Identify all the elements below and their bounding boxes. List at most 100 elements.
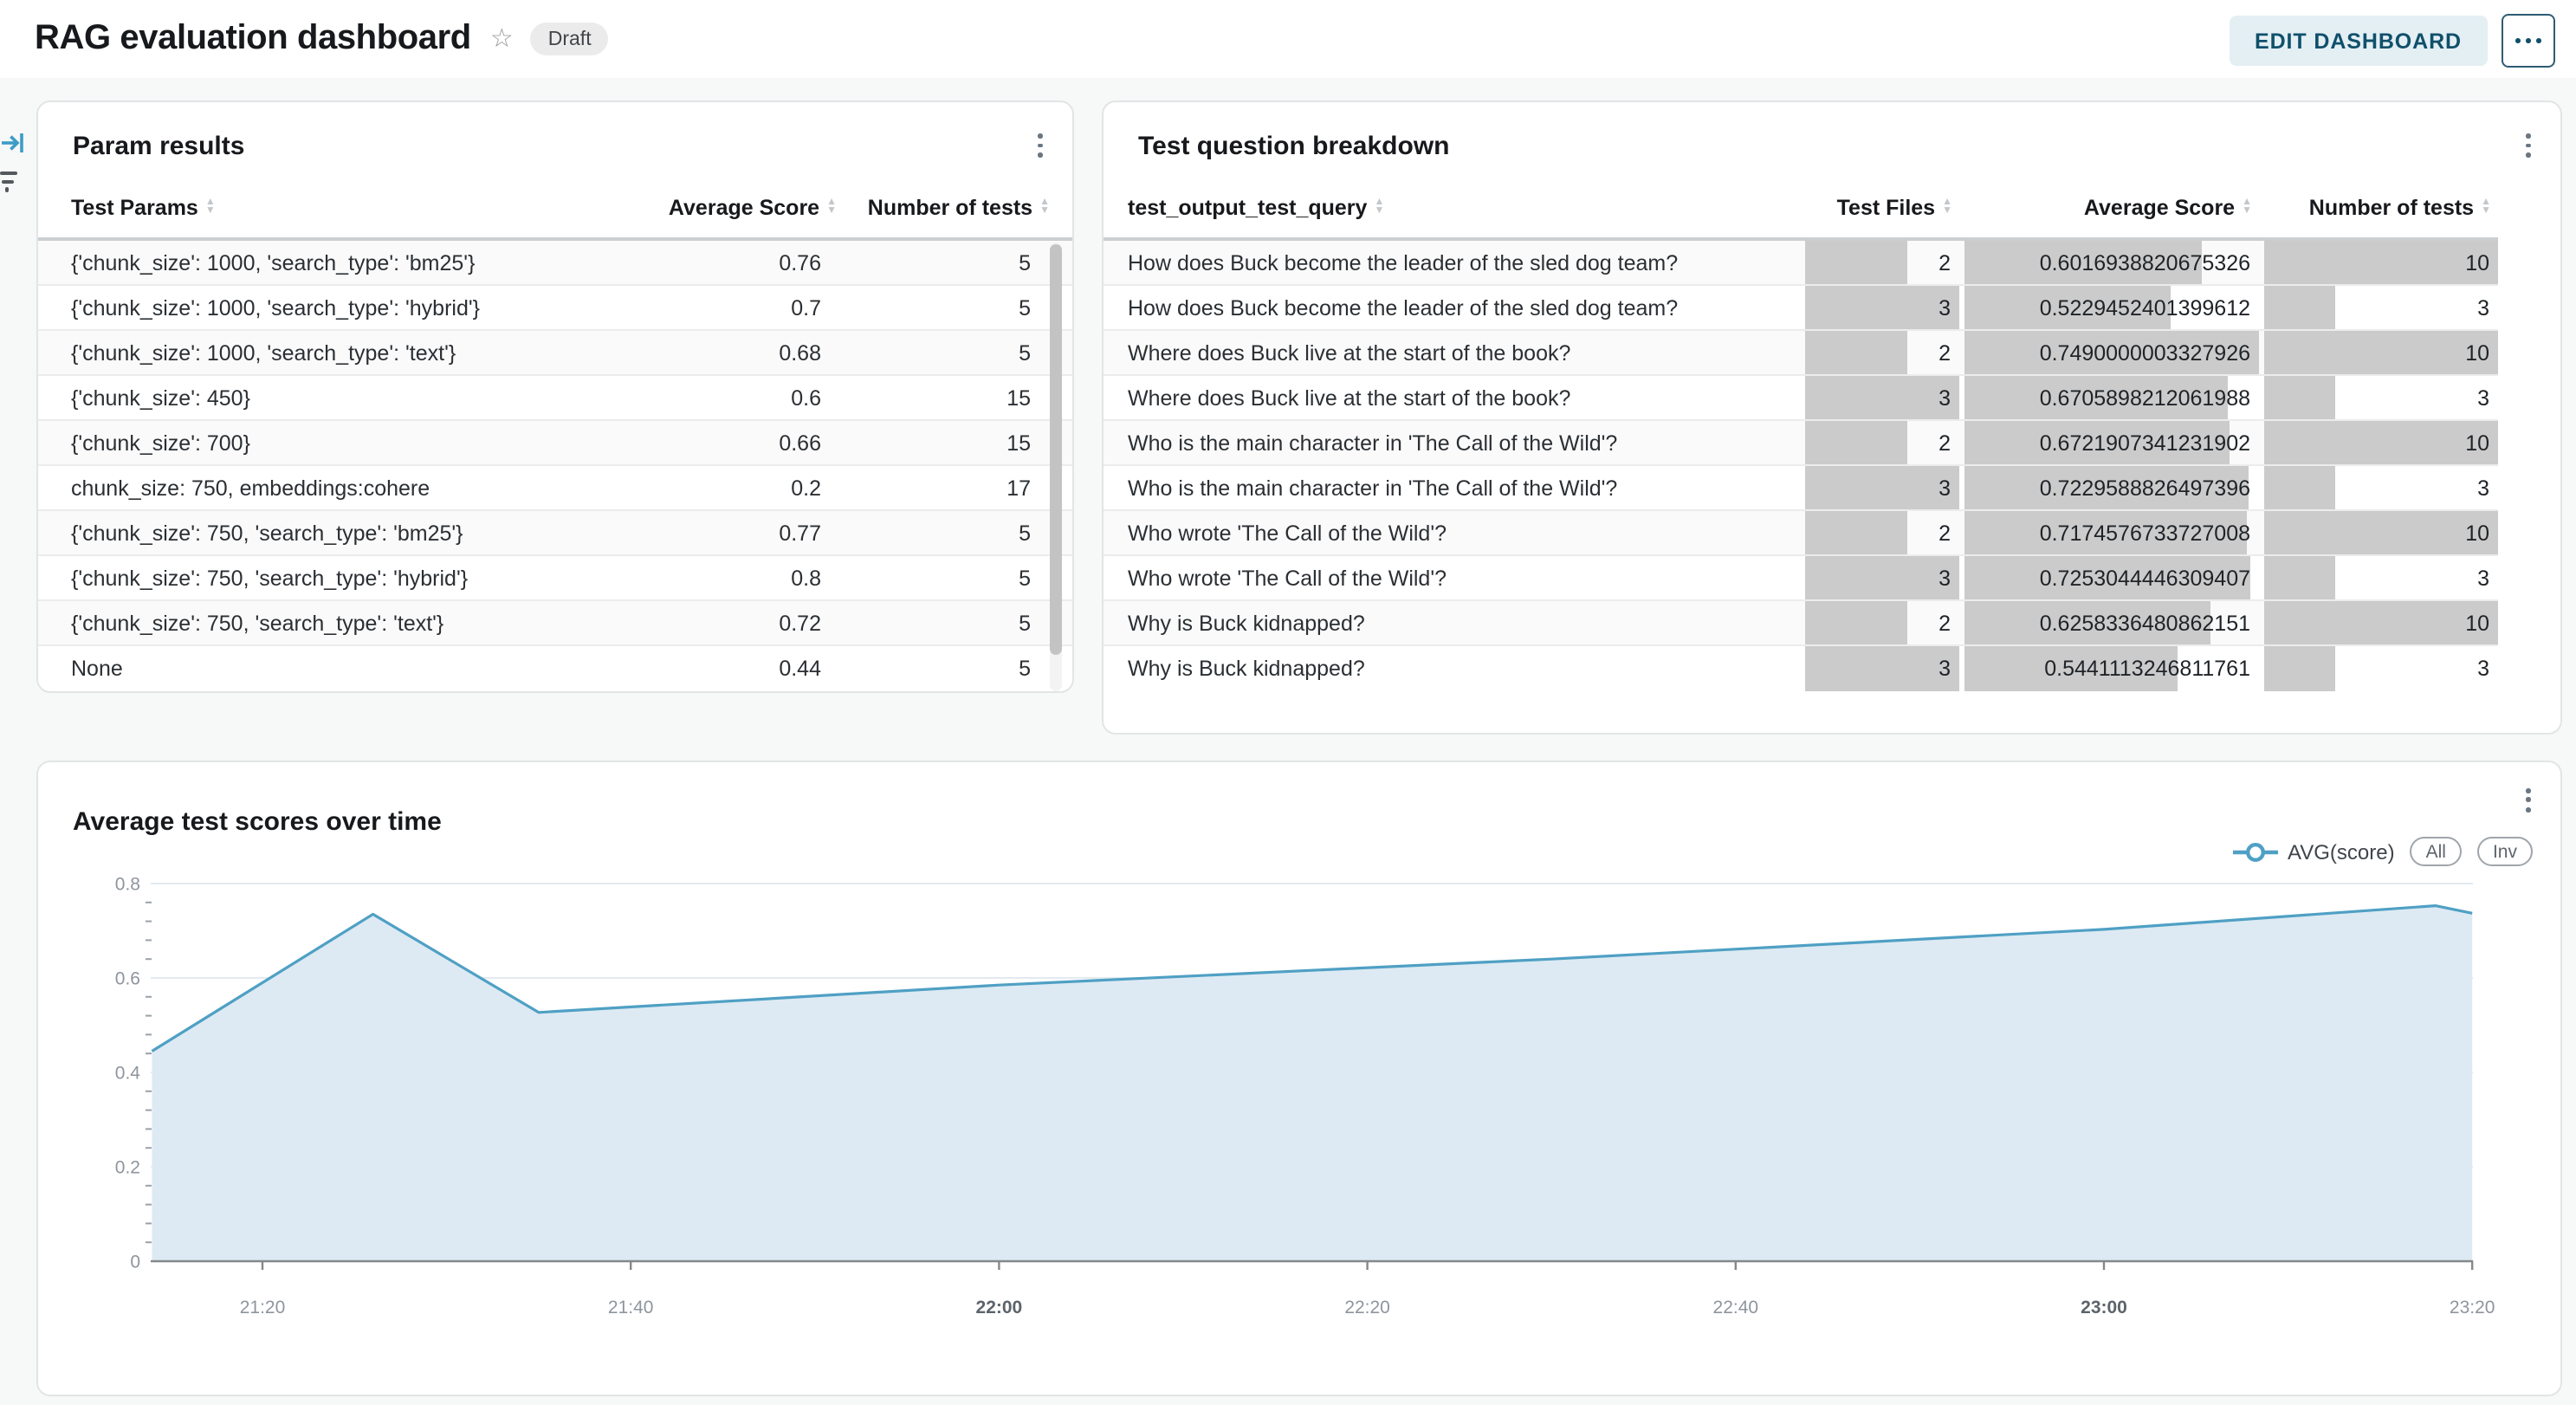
test-params-cell: {'chunk_size': 450}: [38, 385, 643, 410]
number-of-tests-cell: 10: [2264, 421, 2498, 464]
number-of-tests-cell: 10: [2264, 511, 2498, 554]
ellipsis-icon: [2516, 38, 2521, 43]
table-row: {'chunk_size': 1000, 'search_type': 'tex…: [38, 331, 1072, 376]
data-bar: [1805, 421, 1908, 464]
test-query-cell: How does Buck become the leader of the s…: [1104, 295, 1800, 320]
column-header-number-of-tests[interactable]: Number of tests ▲▼: [851, 196, 1072, 220]
test-files-cell: 2: [1805, 511, 1959, 554]
number-of-tests-cell: 5: [851, 611, 1072, 635]
data-bar: [1805, 376, 1959, 419]
number-of-tests-cell: 3: [2264, 466, 2498, 509]
panel-menu-kebab-icon[interactable]: [1032, 126, 1050, 164]
number-of-tests-cell: 10: [2264, 331, 2498, 374]
top-bar: RAG evaluation dashboard ☆ Draft EDIT DA…: [0, 0, 2576, 78]
svg-text:21:40: 21:40: [608, 1298, 654, 1318]
more-options-button[interactable]: [2502, 14, 2555, 68]
table-row: {'chunk_size': 700}0.6615: [38, 421, 1072, 466]
expand-panel-icon[interactable]: [2, 132, 26, 163]
param-table-body: {'chunk_size': 1000, 'search_type': 'bm2…: [38, 241, 1072, 691]
data-bar: [1805, 601, 1908, 644]
filter-icon[interactable]: [0, 172, 16, 195]
table-row: Who is the main character in 'The Call o…: [1104, 421, 2498, 466]
cell-value: 0.5229452401399612: [2040, 295, 2259, 320]
average-score-cell: 0.6258336480862151: [1964, 601, 2259, 644]
column-header-average-score[interactable]: Average Score ▲▼: [643, 196, 851, 220]
average-score-cell: 0.6721907341231902: [1964, 421, 2259, 464]
table-row: {'chunk_size': 450}0.615: [38, 376, 1072, 421]
avg-scores-chart-panel: Average test scores over time AVG(score)…: [36, 761, 2562, 1396]
number-of-tests-cell: 3: [2264, 646, 2498, 691]
area-chart[interactable]: 21:2021:4022:0022:2022:4023:0023:2000.20…: [38, 762, 2564, 1398]
column-header-test-params[interactable]: Test Params ▲▼: [38, 196, 643, 220]
panel-menu-kebab-icon[interactable]: [2520, 126, 2538, 164]
param-table-header: Test Params ▲▼ Average Score ▲▼ Number o…: [38, 178, 1072, 241]
favorite-star-icon[interactable]: ☆: [490, 26, 514, 52]
data-bar: [2264, 286, 2334, 329]
panel-title: Test question breakdown: [1138, 131, 1450, 160]
test-files-cell: 2: [1805, 331, 1959, 374]
table-row: {'chunk_size': 750, 'search_type': 'hybr…: [38, 556, 1072, 601]
svg-text:0.2: 0.2: [115, 1158, 140, 1178]
number-of-tests-cell: 15: [851, 431, 1072, 455]
test-params-cell: {'chunk_size': 1000, 'search_type': 'hyb…: [38, 295, 643, 320]
test-query-cell: Who is the main character in 'The Call o…: [1104, 431, 1800, 455]
cell-value: 3: [1938, 476, 1959, 500]
table-row: {'chunk_size': 1000, 'search_type': 'hyb…: [38, 286, 1072, 331]
test-params-cell: {'chunk_size': 750, 'search_type': 'text…: [38, 611, 643, 635]
sort-icon: ▲▼: [1374, 199, 1384, 216]
average-score-cell: 0.68: [643, 340, 851, 365]
test-params-cell: chunk_size: 750, embeddings:cohere: [38, 476, 643, 500]
test-params-cell: {'chunk_size': 750, 'search_type': 'hybr…: [38, 566, 643, 590]
number-of-tests-cell: 5: [851, 657, 1072, 681]
svg-text:22:00: 22:00: [976, 1298, 1023, 1318]
edit-dashboard-button[interactable]: EDIT DASHBOARD: [2229, 16, 2488, 66]
test-params-cell: None: [38, 657, 643, 681]
table-row: Where does Buck live at the start of the…: [1104, 331, 2498, 376]
cell-value: 2: [1938, 250, 1959, 275]
sort-icon: ▲▼: [826, 199, 837, 216]
column-label: Number of tests: [2309, 196, 2474, 220]
average-score-cell: 0.5441113246811761: [1964, 646, 2259, 691]
test-query-cell: Why is Buck kidnapped?: [1104, 611, 1800, 635]
scrollbar-thumb[interactable]: [1050, 244, 1062, 655]
test-files-cell: 3: [1805, 556, 1959, 599]
column-header-number-of-tests[interactable]: Number of tests ▲▼: [2264, 196, 2498, 220]
average-score-cell: 0.76: [643, 250, 851, 275]
column-header-test-files[interactable]: Test Files ▲▼: [1805, 196, 1959, 220]
column-label: Test Params: [71, 196, 198, 220]
data-bar: [1805, 331, 1908, 374]
number-of-tests-cell: 5: [851, 340, 1072, 365]
panel-title: Param results: [73, 131, 244, 160]
dashboard-page: RAG evaluation dashboard ☆ Draft EDIT DA…: [0, 0, 2576, 1405]
column-header-test-query[interactable]: test_output_test_query ▲▼: [1104, 196, 1800, 220]
column-label: test_output_test_query: [1128, 196, 1367, 220]
test-query-cell: Who wrote 'The Call of the Wild'?: [1104, 521, 1800, 545]
data-bar: [2264, 241, 2498, 284]
average-score-cell: 0.72: [643, 611, 851, 635]
column-header-average-score[interactable]: Average Score ▲▼: [1964, 196, 2259, 220]
svg-text:22:40: 22:40: [1713, 1298, 1759, 1318]
average-score-cell: 0.6: [643, 385, 851, 410]
svg-text:21:20: 21:20: [240, 1298, 286, 1318]
test-files-cell: 2: [1805, 241, 1959, 284]
data-bar: [1805, 286, 1959, 329]
table-row: How does Buck become the leader of the s…: [1104, 241, 2498, 286]
table-row: Where does Buck live at the start of the…: [1104, 376, 2498, 421]
table-scrollbar[interactable]: [1050, 243, 1062, 691]
sort-icon: ▲▼: [1942, 199, 1952, 216]
number-of-tests-cell: 5: [851, 521, 1072, 545]
data-bar: [2264, 376, 2334, 419]
table-row: Who wrote 'The Call of the Wild'?30.7253…: [1104, 556, 2498, 601]
status-badge: Draft: [531, 23, 609, 55]
data-bar: [2264, 556, 2334, 599]
sort-icon: ▲▼: [1039, 199, 1050, 216]
data-bar: [2264, 601, 2498, 644]
average-score-cell: 0.66: [643, 431, 851, 455]
cell-value: 0.7174576733727008: [2040, 521, 2259, 545]
cell-value: 2: [1938, 431, 1959, 455]
param-results-panel: Param results Test Params ▲▼ Average Sco…: [36, 100, 1074, 693]
column-label: Average Score: [669, 196, 819, 220]
test-files-cell: 2: [1805, 421, 1959, 464]
cell-value: 3: [2477, 385, 2498, 410]
number-of-tests-cell: 10: [2264, 241, 2498, 284]
